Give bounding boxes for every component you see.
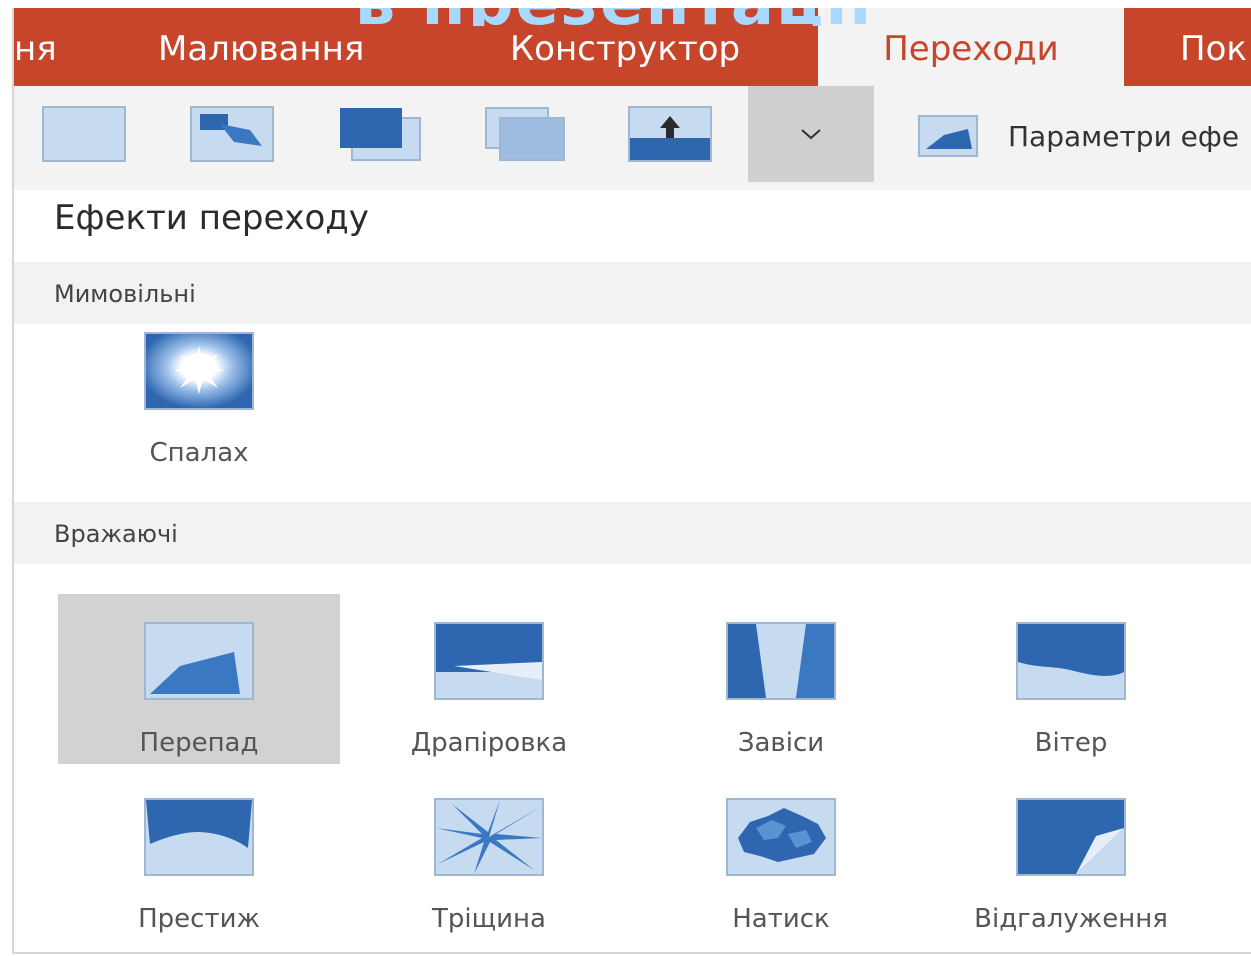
overlay-title: в презентації	[264, 8, 964, 26]
transition-tile-drape[interactable]: Драпіровка	[348, 594, 630, 764]
wipe-transition-icon	[628, 106, 712, 162]
transition-tile-flash[interactable]: Спалах	[58, 304, 340, 474]
peel-off-icon	[1016, 798, 1126, 876]
transition-tile-wind[interactable]: Вітер	[930, 594, 1212, 764]
panel-title: Ефекти переходу	[54, 198, 369, 238]
push-transition-button[interactable]	[484, 106, 568, 162]
ribbon-toolbar: Параметри ефе	[14, 86, 1251, 190]
transition-tile-prestige[interactable]: Престиж	[58, 770, 340, 940]
none-transition-icon	[42, 106, 126, 162]
transition-label: Драпіровка	[410, 728, 568, 758]
wind-icon	[1016, 622, 1126, 700]
tab-previous[interactable]: ня	[14, 8, 74, 86]
effect-options-button[interactable]: Параметри ефе	[918, 108, 1239, 164]
fade-transition-button[interactable]	[338, 106, 422, 162]
transition-label: Тріщина	[432, 904, 546, 934]
flash-icon	[144, 332, 254, 410]
none-transition-button[interactable]	[42, 106, 126, 162]
morph-transition-button[interactable]	[190, 106, 274, 162]
section-label: Вражаючі	[54, 520, 178, 548]
effect-options-icon	[918, 115, 978, 157]
effect-options-label: Параметри ефе	[1008, 119, 1240, 153]
push-transition-icon	[485, 107, 565, 161]
prestige-icon	[144, 798, 254, 876]
morph-transition-icon	[190, 106, 274, 162]
transition-tile-peel-off[interactable]: Відгалуження	[930, 770, 1212, 940]
transition-label: Спалах	[149, 438, 249, 468]
transition-label: Натиск	[732, 904, 830, 934]
transition-label: Завіси	[737, 728, 825, 758]
transition-label: Перепад	[139, 728, 259, 758]
transition-label: Престиж	[138, 904, 260, 934]
transitions-gallery-dropdown[interactable]	[748, 86, 874, 182]
crush-icon	[726, 798, 836, 876]
transition-tile-crush[interactable]: Натиск	[640, 770, 922, 940]
transition-tile-curtains[interactable]: Завіси	[640, 594, 922, 764]
wipe-transition-button[interactable]	[628, 106, 712, 162]
transition-tile-fall-over[interactable]: Перепад	[58, 594, 340, 764]
transition-tile-fracture[interactable]: Тріщина	[348, 770, 630, 940]
fall-over-icon	[144, 622, 254, 700]
transition-label: Відгалуження	[974, 904, 1168, 934]
section-header-exciting: Вражаючі	[14, 502, 1251, 564]
drape-icon	[434, 622, 544, 700]
app-frame: ня Малювання Конструктор Переходи Пок в …	[12, 8, 1251, 954]
curtains-icon	[726, 622, 836, 700]
transition-label: Вітер	[1034, 728, 1108, 758]
tab-next[interactable]: Пок	[1180, 8, 1247, 86]
chevron-down-icon	[801, 129, 821, 140]
fade-transition-icon	[340, 108, 421, 161]
fracture-icon	[434, 798, 544, 876]
